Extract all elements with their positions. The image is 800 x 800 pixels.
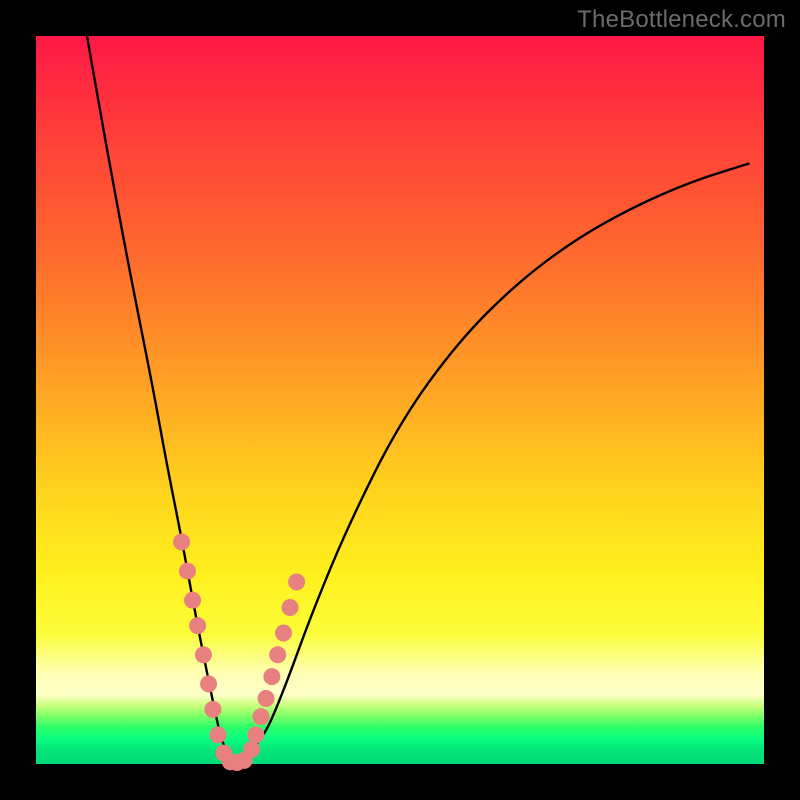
marker-dots-group [173,533,305,771]
marker-dot [173,533,190,550]
marker-dot [195,646,212,663]
marker-dot [243,741,260,758]
marker-dot [263,668,280,685]
chart-plot-area [36,36,764,764]
marker-dot [184,592,201,609]
chart-frame: TheBottleneck.com [0,0,800,800]
marker-dot [269,646,286,663]
chart-svg [36,36,764,764]
marker-dot [210,726,227,743]
marker-dot [288,574,305,591]
marker-dot [252,708,269,725]
marker-dot [189,617,206,634]
marker-dot [275,624,292,641]
marker-dot [200,675,217,692]
marker-dot [282,599,299,616]
watermark-text: TheBottleneck.com [577,6,786,34]
marker-dot [258,690,275,707]
marker-dot [179,563,196,580]
marker-dot [204,701,221,718]
bottleneck-curve [87,36,749,759]
marker-dot [247,726,264,743]
